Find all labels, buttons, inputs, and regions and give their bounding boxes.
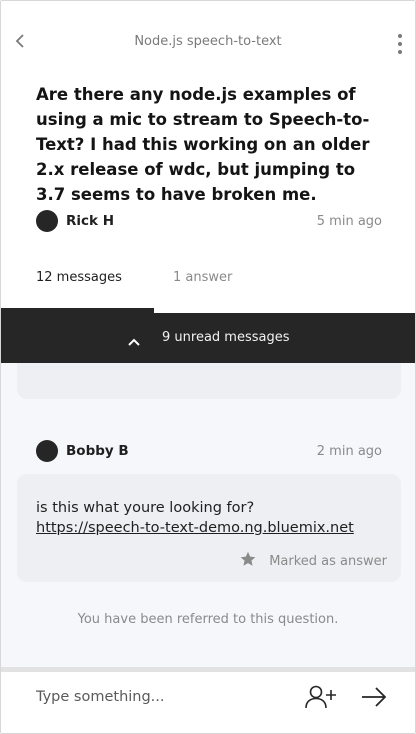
marked-as-answer-label: Marked as answer: [269, 554, 387, 569]
reply-link[interactable]: https://speech-to-text-demo.ng.bluemix.n…: [36, 518, 354, 538]
author-name[interactable]: Rick H: [66, 213, 114, 229]
star-icon: [239, 550, 257, 568]
avatar[interactable]: [36, 440, 58, 462]
reply-message-card: is this what youre looking for? https://…: [17, 474, 401, 582]
timestamp: 2 min ago: [316, 444, 382, 459]
unread-messages-bar[interactable]: 9 unread messages: [1, 313, 415, 363]
header: Node.js speech-to-text: [1, 1, 415, 81]
chevron-up-icon: [127, 332, 141, 346]
marked-as-answer: Marked as answer: [240, 550, 387, 569]
referral-notice: You have been referred to this question.: [77, 612, 339, 627]
kebab-menu-icon[interactable]: [395, 34, 405, 54]
question-text: Are there any node.js examples of using …: [36, 85, 370, 204]
reply-text: is this what youre looking for?: [36, 500, 255, 516]
tab-answer[interactable]: 1 answer: [173, 270, 232, 285]
timestamp: 5 min ago: [316, 214, 382, 229]
app-frame: Node.js speech-to-text Are there any nod…: [0, 0, 416, 734]
tab-bar: 12 messages 1 answer: [1, 263, 415, 313]
unread-messages-label: 9 unread messages: [162, 330, 290, 345]
message-thread: Bobby B 2 min ago is this what youre loo…: [1, 363, 415, 667]
author-name[interactable]: Bobby B: [66, 443, 129, 459]
avatar[interactable]: [36, 210, 58, 232]
tab-messages[interactable]: 12 messages: [36, 270, 122, 285]
message-composer: [1, 672, 415, 733]
page-title: Node.js speech-to-text: [134, 34, 282, 49]
previous-message-card: [17, 363, 401, 399]
reply-author-row: Bobby B 2 min ago: [36, 440, 382, 464]
send-arrow-icon[interactable]: [359, 684, 389, 710]
question-author-row: Rick H 5 min ago: [36, 210, 382, 234]
add-person-icon[interactable]: [303, 684, 339, 710]
message-input[interactable]: [36, 684, 286, 710]
